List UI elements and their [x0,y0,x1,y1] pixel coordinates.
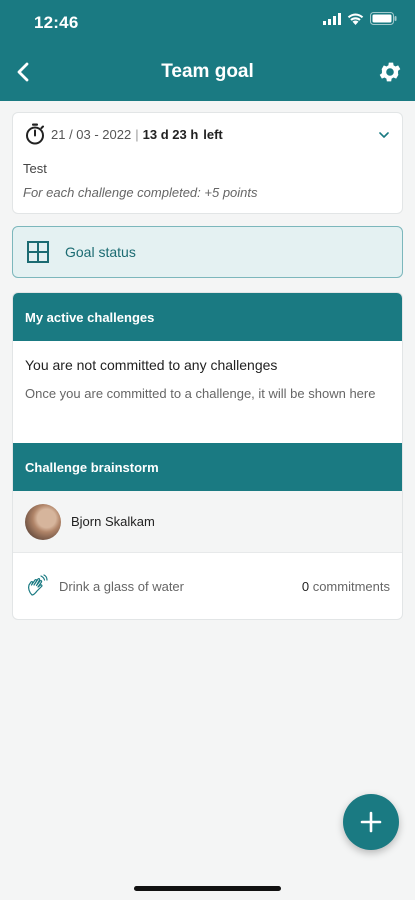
app-header: 12:46 Team goal [0,0,415,101]
goal-deadline: 21 / 03 - 2022 | 13 d 23 h left [25,123,223,145]
active-challenges-header: My active challenges [13,293,402,341]
avatar [25,503,61,540]
author-row[interactable]: Bjorn Skalkam [13,491,402,553]
empty-title: You are not committed to any challenges [25,357,278,373]
battery-icon [370,12,397,25]
challenge-name: Drink a glass of water [59,578,184,594]
status-time: 12:46 [34,13,79,32]
challenge-item[interactable]: Drink a glass of water 0 commitments [13,553,402,619]
hand-wave-icon [28,574,48,596]
goal-name: Test [23,161,47,176]
commitments-count: 0 commitments [302,579,390,594]
signal-icon [323,12,341,25]
empty-description: Once you are committed to a challenge, i… [25,386,376,401]
plus-icon [360,811,382,833]
page-title: Team goal [161,61,254,82]
goal-card: 21 / 03 - 2022 | 13 d 23 h left Test For… [12,112,403,214]
goal-rule: For each challenge completed: +5 points [23,185,258,200]
goal-remaining-suffix: left [203,126,223,142]
challenges-card: My active challenges You are not committ… [12,292,403,620]
goal-remaining: 13 d 23 h [142,126,199,142]
wifi-icon [347,13,364,25]
empty-state: You are not committed to any challenges … [13,341,402,443]
stopwatch-icon [26,123,44,145]
commitments-label: commitments [312,578,390,594]
commitments-number: 0 [301,578,310,594]
home-indicator [134,886,281,891]
brainstorm-header: Challenge brainstorm [13,443,402,491]
goal-date: 21 / 03 - 2022 [51,126,132,142]
goal-status-button[interactable]: Goal status [12,226,403,278]
grid-icon [27,241,49,263]
goal-status-label: Goal status [65,244,136,260]
gear-icon[interactable] [377,59,403,85]
status-icons [323,12,397,25]
author-name: Bjorn Skalkam [71,514,155,529]
chevron-down-icon[interactable] [378,129,390,141]
separator: | [135,126,139,142]
add-button[interactable] [343,794,399,850]
